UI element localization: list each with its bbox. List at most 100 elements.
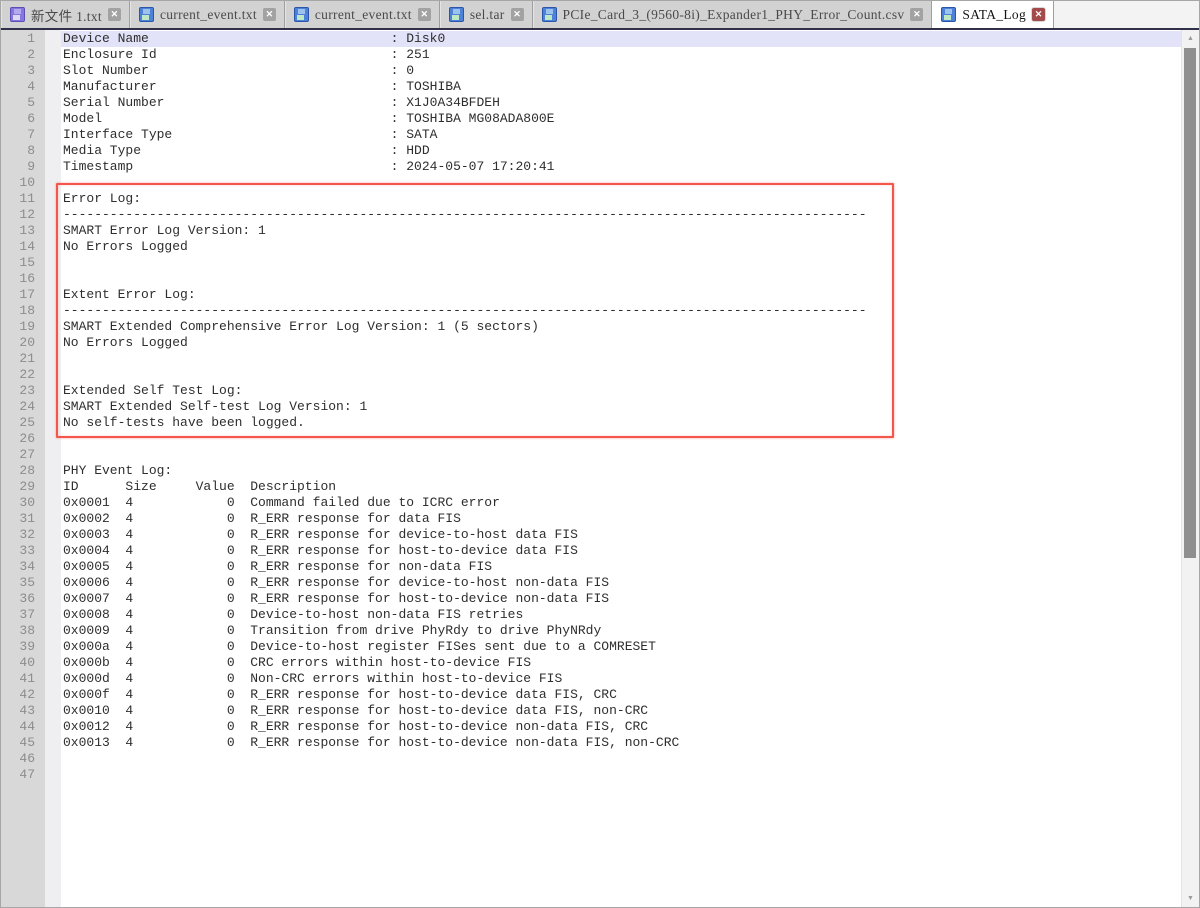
line-number: 27 bbox=[1, 447, 35, 463]
fold-margin bbox=[35, 335, 61, 351]
editor-line: 370x0008 4 0 Device-to-host non-data FIS… bbox=[1, 607, 1182, 623]
editor-line: 420x000f 4 0 R_ERR response for host-to-… bbox=[1, 687, 1182, 703]
editor-line: 25No self-tests have been logged. bbox=[1, 415, 1182, 431]
line-number: 16 bbox=[1, 271, 35, 287]
tab-close-icon[interactable]: ✕ bbox=[108, 8, 121, 21]
line-number: 32 bbox=[1, 527, 35, 543]
line-number: 6 bbox=[1, 111, 35, 127]
fold-margin bbox=[35, 239, 61, 255]
line-text: Media Type : HDD bbox=[61, 143, 1182, 159]
fold-margin bbox=[35, 623, 61, 639]
editor-line: 26 bbox=[1, 431, 1182, 447]
fold-margin bbox=[35, 255, 61, 271]
tab-close-icon[interactable]: ✕ bbox=[418, 8, 431, 21]
line-text: 0x000d 4 0 Non-CRC errors within host-to… bbox=[61, 671, 1182, 687]
line-number: 38 bbox=[1, 623, 35, 639]
tab-close-icon[interactable]: ✕ bbox=[1032, 8, 1045, 21]
line-text: 0x0004 4 0 R_ERR response for host-to-de… bbox=[61, 543, 1182, 559]
fold-margin bbox=[35, 543, 61, 559]
editor-line: 12--------------------------------------… bbox=[1, 207, 1182, 223]
line-text: Extent Error Log: bbox=[61, 287, 1182, 303]
line-text bbox=[61, 751, 1182, 767]
vertical-scrollbar[interactable]: ▲ ▼ bbox=[1181, 30, 1199, 907]
line-text: 0x000a 4 0 Device-to-host register FISes… bbox=[61, 639, 1182, 655]
line-number: 31 bbox=[1, 511, 35, 527]
line-text: Error Log: bbox=[61, 191, 1182, 207]
editor-line: 380x0009 4 0 Transition from drive PhyRd… bbox=[1, 623, 1182, 639]
editor-line: 32 0x0003 4 0 R_ERR response for device-t… bbox=[1, 527, 1182, 543]
floppy-icon bbox=[10, 7, 25, 22]
fold-margin bbox=[35, 527, 61, 543]
fold-margin bbox=[35, 367, 61, 383]
editor-window: 新文件 1.txt✕current_event.txt✕current_even… bbox=[0, 0, 1200, 908]
line-text: 0x0005 4 0 R_ERR response for non-data F… bbox=[61, 559, 1182, 575]
fold-margin bbox=[35, 607, 61, 623]
line-number: 36 bbox=[1, 591, 35, 607]
line-text: Manufacturer : TOSHIBA bbox=[61, 79, 1182, 95]
tab-current-event-txt[interactable]: current_event.txt ✕ bbox=[130, 1, 285, 28]
line-number: 5 bbox=[1, 95, 35, 111]
line-text bbox=[61, 255, 1182, 271]
line-number: 24 bbox=[1, 399, 35, 415]
editor-line: 17Extent Error Log: bbox=[1, 287, 1182, 303]
editor-line: 33 0x0004 4 0 R_ERR response for host-to-… bbox=[1, 543, 1182, 559]
editor-line: 21 bbox=[1, 351, 1182, 367]
fold-margin bbox=[35, 95, 61, 111]
tab-close-icon[interactable]: ✕ bbox=[263, 8, 276, 21]
line-number: 41 bbox=[1, 671, 35, 687]
scrollbar-down-arrow-icon[interactable]: ▼ bbox=[1182, 890, 1199, 907]
fold-margin bbox=[35, 447, 61, 463]
tab-title: current_event.txt bbox=[160, 7, 257, 23]
line-number: 12 bbox=[1, 207, 35, 223]
line-text bbox=[61, 431, 1182, 447]
line-text: 0x000f 4 0 R_ERR response for host-to-de… bbox=[61, 687, 1182, 703]
line-number: 46 bbox=[1, 751, 35, 767]
line-text bbox=[61, 271, 1182, 287]
line-text: ID Size Value Description bbox=[61, 479, 1182, 495]
tab-title: current_event.txt bbox=[315, 7, 412, 23]
line-number: 9 bbox=[1, 159, 35, 175]
scrollbar-up-arrow-icon[interactable]: ▲ bbox=[1182, 30, 1199, 47]
fold-margin bbox=[35, 47, 61, 63]
fold-margin bbox=[35, 655, 61, 671]
line-number: 22 bbox=[1, 367, 35, 383]
line-number: 15 bbox=[1, 255, 35, 271]
tab-current-event-txt[interactable]: current_event.txt ✕ bbox=[285, 1, 440, 28]
line-text: 0x0003 4 0 R_ERR response for device-to-… bbox=[61, 527, 1182, 543]
editor-line: 7Interface Type : SATA bbox=[1, 127, 1182, 143]
line-text: 0x0002 4 0 R_ERR response for data FIS bbox=[61, 511, 1182, 527]
tab-sata-log[interactable]: SATA_Log ✕ bbox=[932, 1, 1054, 28]
fold-margin bbox=[35, 735, 61, 751]
line-number: 18 bbox=[1, 303, 35, 319]
editor-line: 350x0006 4 0 R_ERR response for device-t… bbox=[1, 575, 1182, 591]
editor-content: 1Device Name : Disk02Enclosure Id : 2513… bbox=[1, 30, 1199, 907]
editor-line: 24SMART Extended Self-test Log Version: … bbox=[1, 399, 1182, 415]
tab-pcie-card-3-9560-8i-expander1-phy-error-count-csv[interactable]: PCIe_Card_3_(9560-8i)_Expander1_PHY_Erro… bbox=[533, 1, 933, 28]
fold-margin bbox=[35, 575, 61, 591]
editor-line: 19SMART Extended Comprehensive Error Log… bbox=[1, 319, 1182, 335]
tab-sel-tar[interactable]: sel.tar ✕ bbox=[440, 1, 533, 28]
tab-1-txt[interactable]: 新文件 1.txt✕ bbox=[1, 1, 130, 28]
scrollbar-thumb[interactable] bbox=[1184, 48, 1196, 558]
fold-margin bbox=[35, 591, 61, 607]
floppy-icon bbox=[542, 7, 557, 22]
fold-margin bbox=[35, 271, 61, 287]
editor-line: 430x0010 4 0 R_ERR response for host-to-… bbox=[1, 703, 1182, 719]
tab-close-icon[interactable]: ✕ bbox=[511, 8, 524, 21]
fold-margin bbox=[35, 703, 61, 719]
editor-line: 340x0005 4 0 R_ERR response for non-data… bbox=[1, 559, 1182, 575]
editor-line: 18--------------------------------------… bbox=[1, 303, 1182, 319]
line-number: 3 bbox=[1, 63, 35, 79]
line-text: 0x0007 4 0 R_ERR response for host-to-de… bbox=[61, 591, 1182, 607]
fold-margin bbox=[35, 431, 61, 447]
editor-text-area[interactable]: 1Device Name : Disk02Enclosure Id : 2513… bbox=[1, 30, 1182, 907]
line-text: Device Name : Disk0 bbox=[61, 31, 1182, 47]
fold-margin bbox=[35, 639, 61, 655]
tab-title: sel.tar bbox=[470, 7, 505, 23]
fold-margin bbox=[35, 415, 61, 431]
tab-title: SATA_Log bbox=[962, 7, 1026, 23]
tab-close-icon[interactable]: ✕ bbox=[910, 8, 923, 21]
line-number: 33 bbox=[1, 543, 35, 559]
line-text bbox=[61, 447, 1182, 463]
editor-line: 300x0001 4 0 Command failed due to ICRC … bbox=[1, 495, 1182, 511]
